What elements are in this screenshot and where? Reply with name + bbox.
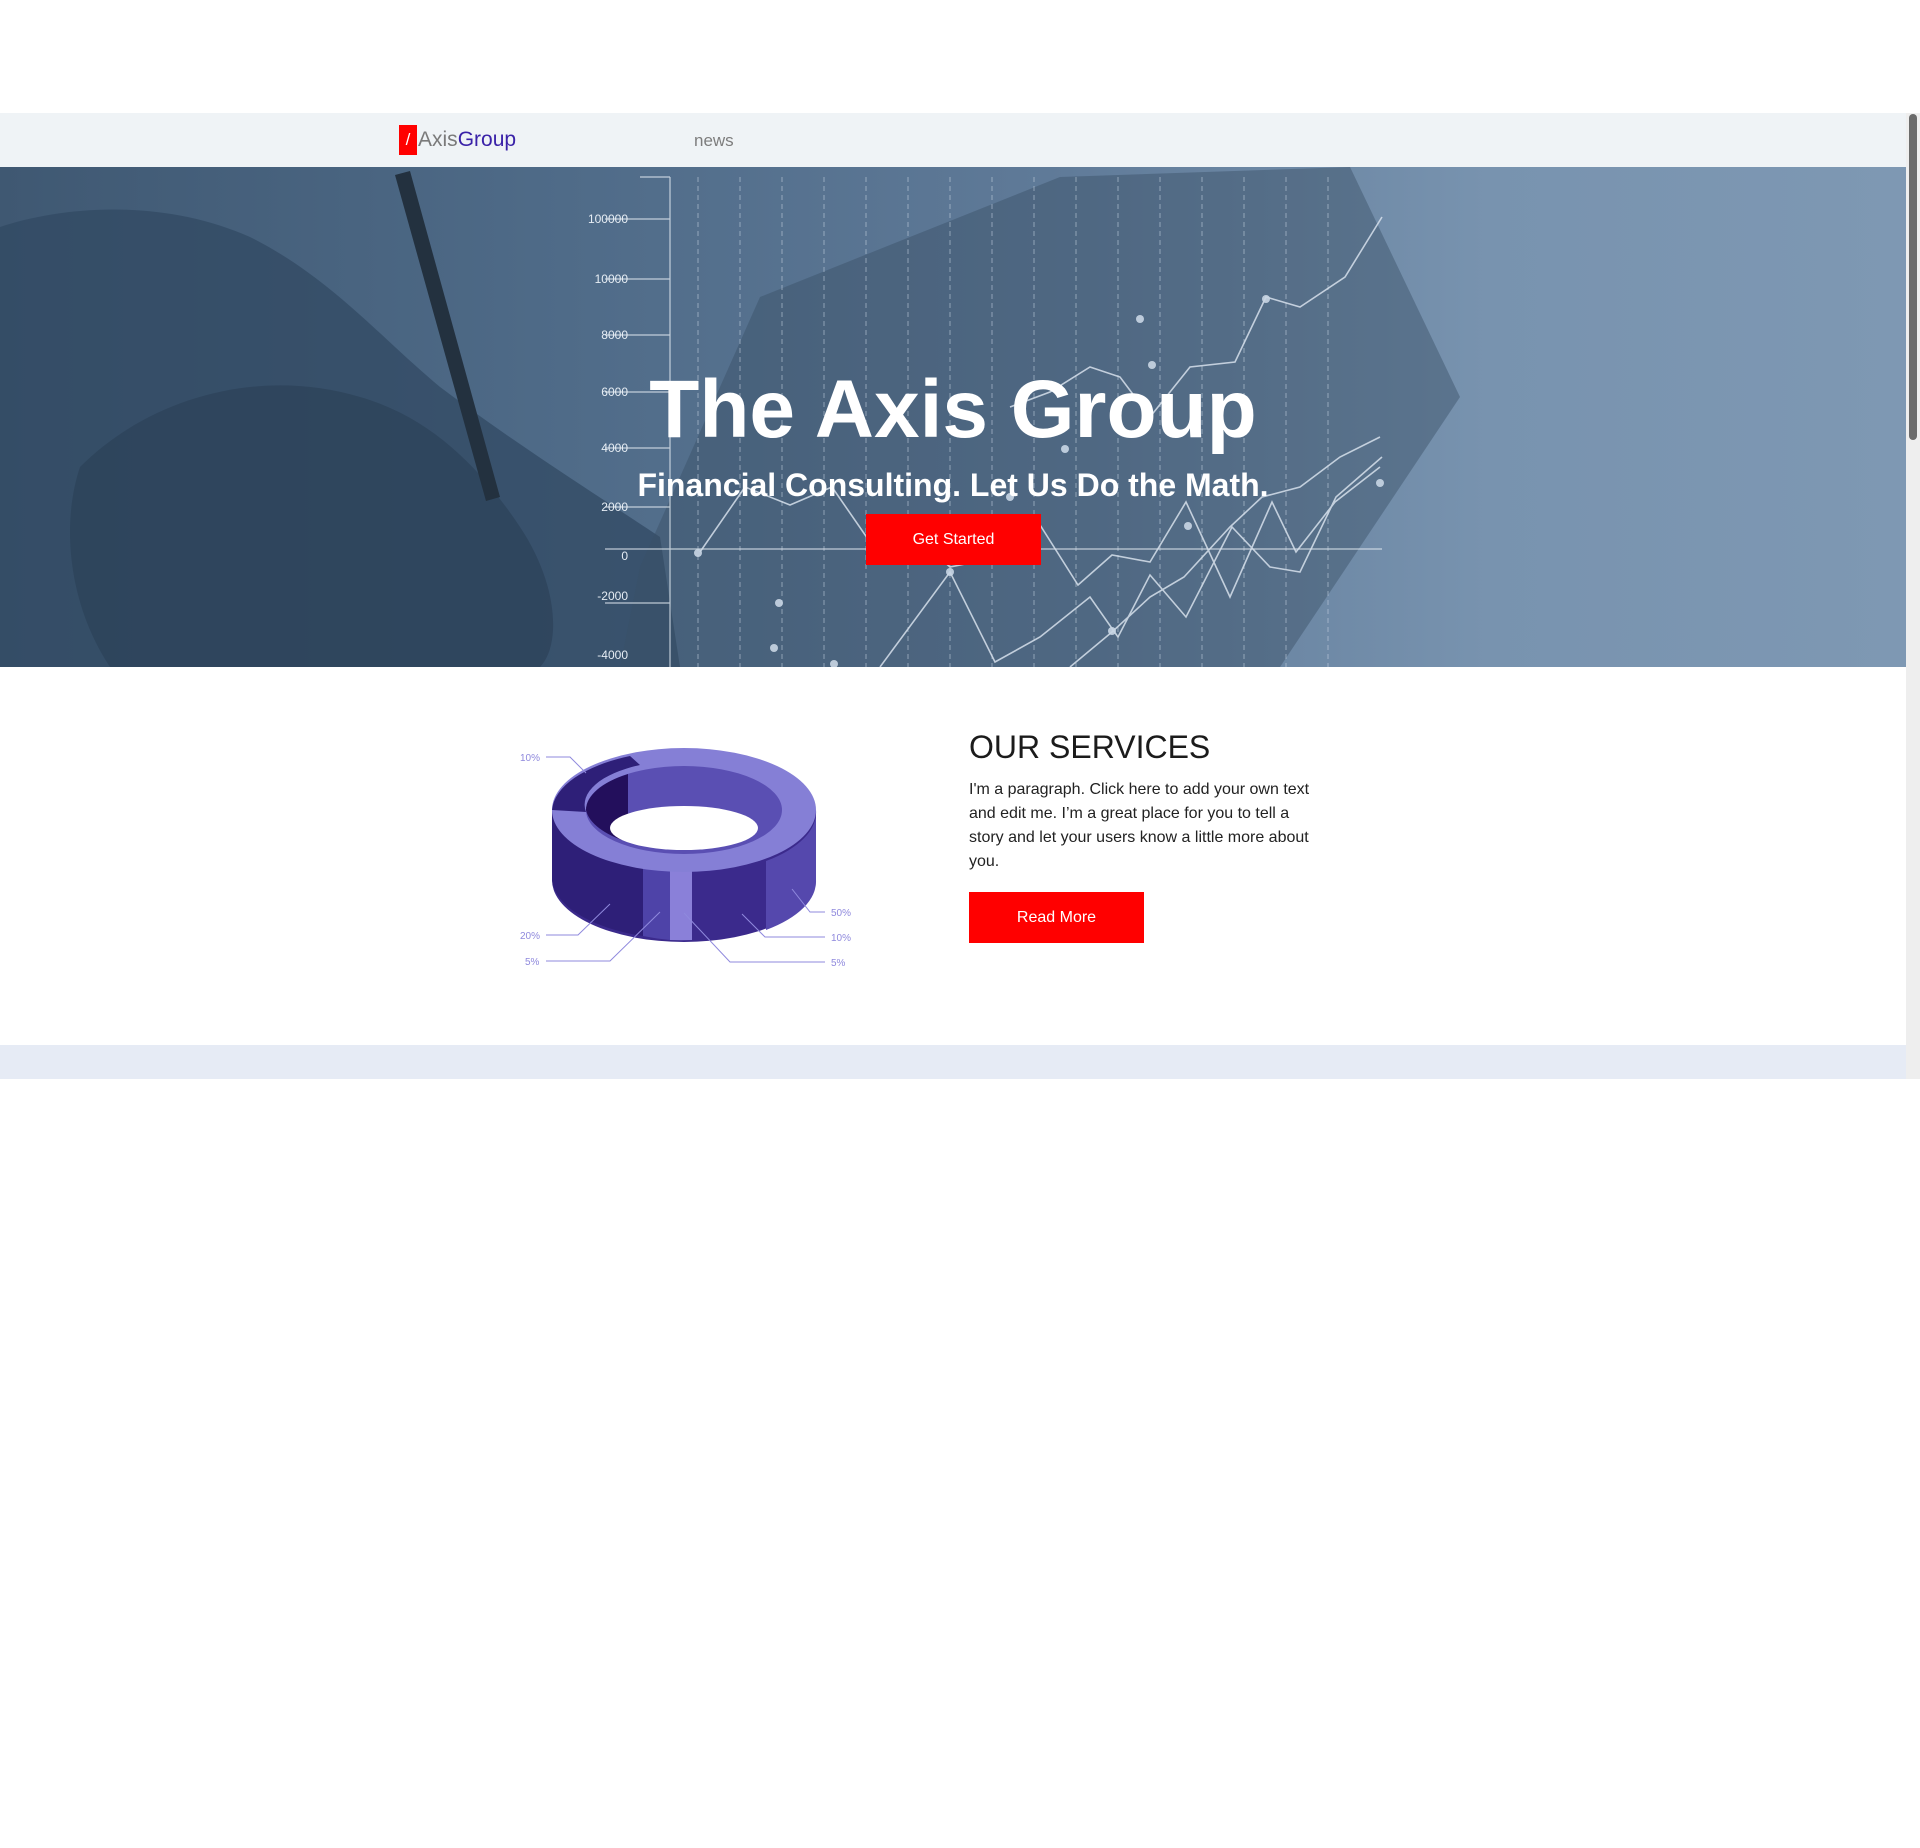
read-more-button[interactable]: Read More (969, 892, 1144, 943)
ring-label: 50% (831, 908, 851, 919)
ring-label: 5% (525, 957, 540, 968)
services-paragraph: I'm a paragraph. Click here to add your … (969, 781, 1310, 870)
site-logo[interactable]: / Axis Group (399, 124, 516, 156)
hero-banner: 100000 10000 8000 6000 4000 2000 0 -2000… (0, 167, 1906, 667)
nav-link-news[interactable]: news (694, 131, 734, 151)
logo-word-axis: Axis (418, 128, 458, 151)
get-started-button[interactable]: Get Started (866, 514, 1041, 565)
section-divider-stripe (0, 1045, 1906, 1079)
ring-label: 5% (831, 958, 846, 969)
ring-label: 20% (520, 931, 540, 942)
hero-axis-label: 10000 (595, 272, 629, 286)
hero-axis-label: 100000 (588, 212, 628, 226)
hero-axis-label: 0 (621, 549, 628, 563)
scrollbar-thumb[interactable] (1909, 114, 1917, 440)
services-title: OUR SERVICES (969, 729, 1211, 765)
logo-word-group: Group (457, 128, 517, 151)
hero-axis-label: 8000 (601, 328, 628, 342)
hero-axis-label: -2000 (597, 589, 628, 603)
logo-mark-icon: / (399, 125, 417, 155)
hero-axis-label: -4000 (597, 648, 628, 662)
hero-title: The Axis Group (649, 364, 1257, 455)
ring-label: 10% (520, 753, 540, 764)
ring-label: 10% (831, 933, 851, 944)
hero-subtitle: Financial Consulting. Let Us Do the Math… (637, 467, 1269, 503)
top-navigation-bar: / Axis Group news (0, 113, 1906, 167)
services-ring-chart-image: 10% 20% 5% 50% 10% 5% (520, 748, 851, 969)
